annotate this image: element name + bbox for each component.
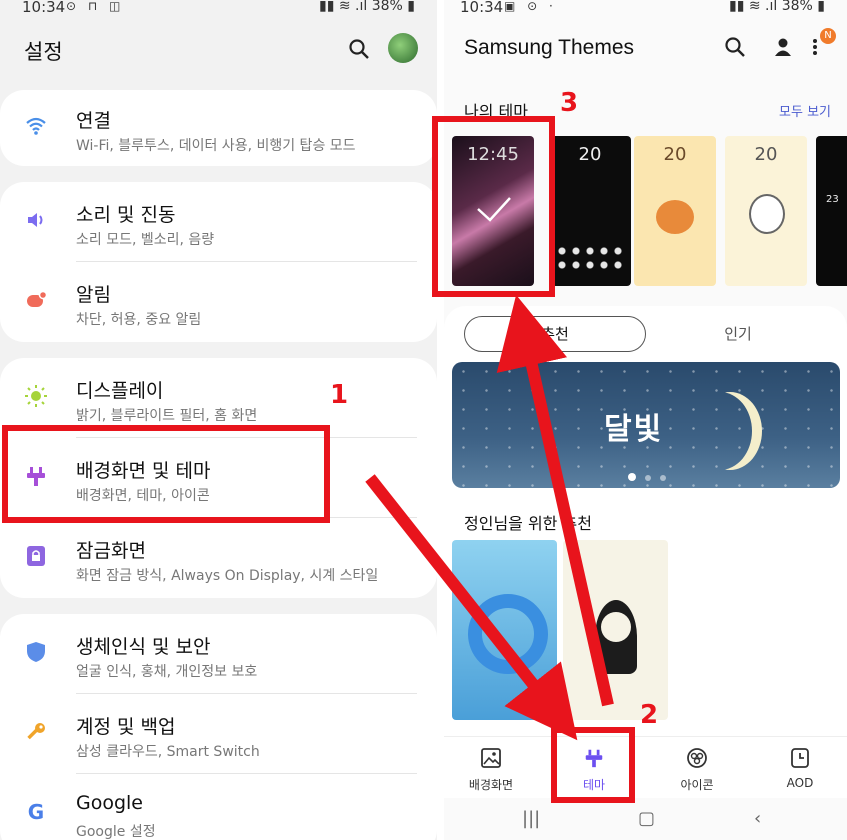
app-title: Samsung Themes [464, 36, 635, 59]
thumbnail-clock: 20 [578, 144, 602, 165]
settings-row-subtitle: 밝기, 블루라이트 필터, 홈 화면 [76, 408, 258, 424]
status-battery: ▮▮ ≋ .ıl 38% ▮ [319, 0, 415, 14]
nav-label: 배경화면 [468, 778, 514, 792]
settings-card-security: 생체인식 및 보안 얼굴 인식, 홍채, 개인정보 보호 계정 및 백업 삼성 … [0, 614, 437, 840]
settings-row-biometrics[interactable]: 생체인식 및 보안 얼굴 인식, 홍채, 개인정보 보호 [0, 614, 437, 694]
google-icon: G [27, 800, 45, 824]
lock-icon [27, 546, 45, 566]
settings-row-title: 계정 및 백업 [76, 716, 176, 738]
my-theme-thumbnail[interactable]: 20 [725, 136, 807, 286]
more-options-icon[interactable] [810, 36, 820, 58]
step-number-2: 2 [640, 700, 659, 730]
thumbnail-app-icons [555, 244, 625, 274]
battery-level: 38% [781, 0, 813, 14]
back-icon[interactable]: ‹ [754, 808, 761, 829]
thumbnail-clock: 20 [663, 144, 687, 165]
tab-popular[interactable]: 인기 [678, 316, 798, 352]
status-bar: 10:34 ▣ ⊙ · ▮▮ ≋ .ıl 38% ▮ [444, 0, 847, 18]
settings-row-subtitle: 차단, 허용, 중요 알림 [76, 312, 202, 328]
nav-label: 아이콘 [680, 778, 714, 792]
settings-row-title: 잠금화면 [76, 540, 146, 562]
tab-recommended[interactable]: 추천 [464, 316, 646, 352]
settings-row-accounts[interactable]: 계정 및 백업 삼성 클라우드, Smart Switch [0, 694, 437, 774]
settings-row-title: 소리 및 진동 [76, 204, 176, 226]
settings-screen: 10:34 ⊙ ⊓ ◫ ▮▮ ≋ .ıl 38% ▮ 설정 연결 Wi-Fi, … [0, 0, 437, 840]
settings-row-subtitle: 소리 모드, 벨소리, 음량 [76, 232, 215, 248]
status-icons: ▣ ⊙ · [504, 0, 557, 13]
system-nav-bar: ||| ▢ ‹ [444, 798, 847, 840]
banner-title: 달빛 [604, 412, 664, 447]
settings-row-title: Google [76, 792, 144, 814]
status-time: 10:34 [22, 0, 66, 16]
settings-row-google[interactable]: G Google Google 설정 [0, 774, 437, 840]
status-bar: 10:34 ⊙ ⊓ ◫ ▮▮ ≋ .ıl 38% ▮ [0, 0, 437, 18]
settings-card-sound: 소리 및 진동 소리 모드, 벨소리, 음량 알림 차단, 허용, 중요 알림 [0, 182, 437, 342]
speaker-icon [28, 213, 43, 227]
settings-card-connections: 연결 Wi-Fi, 블루투스, 데이터 사용, 비행기 탑승 모드 [0, 90, 437, 166]
clock-icon [791, 748, 809, 768]
status-time: 10:34 [460, 0, 504, 16]
character-illustration [749, 194, 785, 234]
recommended-theme-card[interactable] [563, 540, 668, 720]
thumbnail-clock: 23 [826, 194, 839, 205]
brightness-icon [25, 385, 47, 407]
settings-row-notifications[interactable]: 알림 차단, 허용, 중요 알림 [0, 262, 437, 342]
settings-row-subtitle: Google 설정 [76, 824, 156, 840]
character-illustration [656, 200, 694, 234]
status-battery: ▮▮ ≋ .ıl 38% ▮ [729, 0, 825, 14]
wifi-icon [26, 117, 46, 135]
nav-aod[interactable]: AOD [755, 745, 845, 790]
featured-banner[interactable]: 달빛 [452, 362, 840, 488]
icons-icon [687, 748, 707, 768]
my-theme-thumbnail[interactable]: 20 [549, 136, 631, 286]
nav-label: AOD [786, 776, 814, 790]
thumbnail-clock: 20 [754, 144, 778, 165]
nav-wallpaper[interactable]: 배경화면 [446, 745, 536, 793]
my-theme-thumbnail[interactable]: 20 [634, 136, 716, 286]
settings-row-subtitle: Wi-Fi, 블루투스, 데이터 사용, 비행기 탑승 모드 [76, 138, 356, 154]
settings-row-subtitle: 삼성 클라우드, Smart Switch [76, 744, 260, 760]
notification-badge: N [820, 28, 836, 44]
settings-row-title: 알림 [76, 284, 111, 306]
moon-illustration [688, 392, 752, 470]
recent-apps-icon[interactable]: ||| [522, 808, 540, 829]
settings-row-subtitle: 얼굴 인식, 홍채, 개인정보 보호 [76, 664, 258, 680]
notification-icon [27, 290, 48, 307]
search-icon[interactable] [348, 38, 370, 60]
recommended-theme-card[interactable] [452, 540, 557, 720]
step-number-1: 1 [330, 380, 349, 410]
highlight-box-step1 [2, 425, 330, 523]
image-icon [481, 748, 501, 768]
for-you-heading: 정인님을 위한 추천 [464, 514, 592, 533]
home-icon[interactable]: ▢ [638, 808, 655, 829]
key-icon [27, 723, 45, 740]
my-theme-thumbnail[interactable]: 23 [816, 136, 847, 286]
search-icon[interactable] [724, 36, 746, 58]
theme-preview-face [601, 612, 631, 642]
settings-row-title: 디스플레이 [76, 380, 164, 402]
theme-preview-art [468, 594, 548, 674]
settings-row-connections[interactable]: 연결 Wi-Fi, 블루투스, 데이터 사용, 비행기 탑승 모드 [0, 88, 437, 168]
step-number-3: 3 [560, 88, 579, 118]
page-title: 설정 [24, 40, 63, 64]
settings-row-sound[interactable]: 소리 및 진동 소리 모드, 벨소리, 음량 [0, 182, 437, 262]
battery-level: 38% [371, 0, 403, 14]
settings-row-title: 연결 [76, 110, 111, 132]
status-icons: ⊙ ⊓ ◫ [66, 0, 125, 13]
bottom-nav: 배경화면 테마 아이콘 AOD [444, 736, 847, 798]
avatar[interactable] [388, 33, 418, 63]
shield-icon [27, 642, 45, 662]
view-all-link[interactable]: 모두 보기 [779, 101, 831, 120]
highlight-box-step3 [432, 116, 555, 297]
settings-row-lockscreen[interactable]: 잠금화면 화면 잠금 방식, Always On Display, 시계 스타일 [0, 518, 437, 598]
carousel-indicator [628, 466, 675, 485]
settings-row-title: 생체인식 및 보안 [76, 636, 211, 658]
settings-row-subtitle: 화면 잠금 방식, Always On Display, 시계 스타일 [76, 568, 379, 584]
highlight-box-step2 [551, 727, 635, 803]
profile-icon[interactable] [772, 36, 794, 58]
nav-icons[interactable]: 아이콘 [652, 745, 742, 793]
